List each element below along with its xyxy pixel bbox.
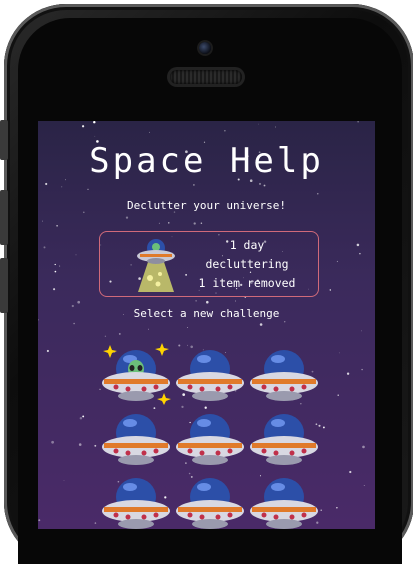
challenge-ufo-icon[interactable]	[100, 471, 172, 529]
mute-switch	[0, 120, 8, 160]
progress-panel: 1 day decluttering 1 item removed	[99, 231, 319, 297]
challenge-alien-ufo-icon[interactable]	[100, 343, 172, 405]
challenge-ufo-icon[interactable]	[248, 471, 320, 529]
app-title: Space Help	[89, 141, 324, 181]
select-challenge-prompt: Select a new challenge	[133, 307, 280, 320]
stats-items-removed: 1 item removed	[198, 276, 296, 290]
challenge-ufo-icon[interactable]	[174, 471, 246, 529]
challenge-ufo-icon[interactable]	[174, 343, 246, 405]
challenge-ufo-icon[interactable]	[248, 407, 320, 469]
challenge-ufo-icon[interactable]	[248, 343, 320, 405]
ufo-beam-icon	[137, 239, 175, 292]
front-camera	[199, 42, 211, 54]
volume-down-button	[0, 258, 8, 313]
app-subtitle: Declutter your universe!	[127, 199, 286, 212]
earpiece-speaker	[170, 70, 242, 84]
app-screen: Space Help Declutter your universe! 1 da…	[38, 121, 375, 529]
stats-label: decluttering	[205, 257, 289, 271]
challenge-ufo-icon[interactable]	[174, 407, 246, 469]
volume-up-button	[0, 190, 8, 245]
challenge-ufo-icon[interactable]	[100, 407, 172, 469]
stats-days: 1 day	[229, 238, 265, 252]
